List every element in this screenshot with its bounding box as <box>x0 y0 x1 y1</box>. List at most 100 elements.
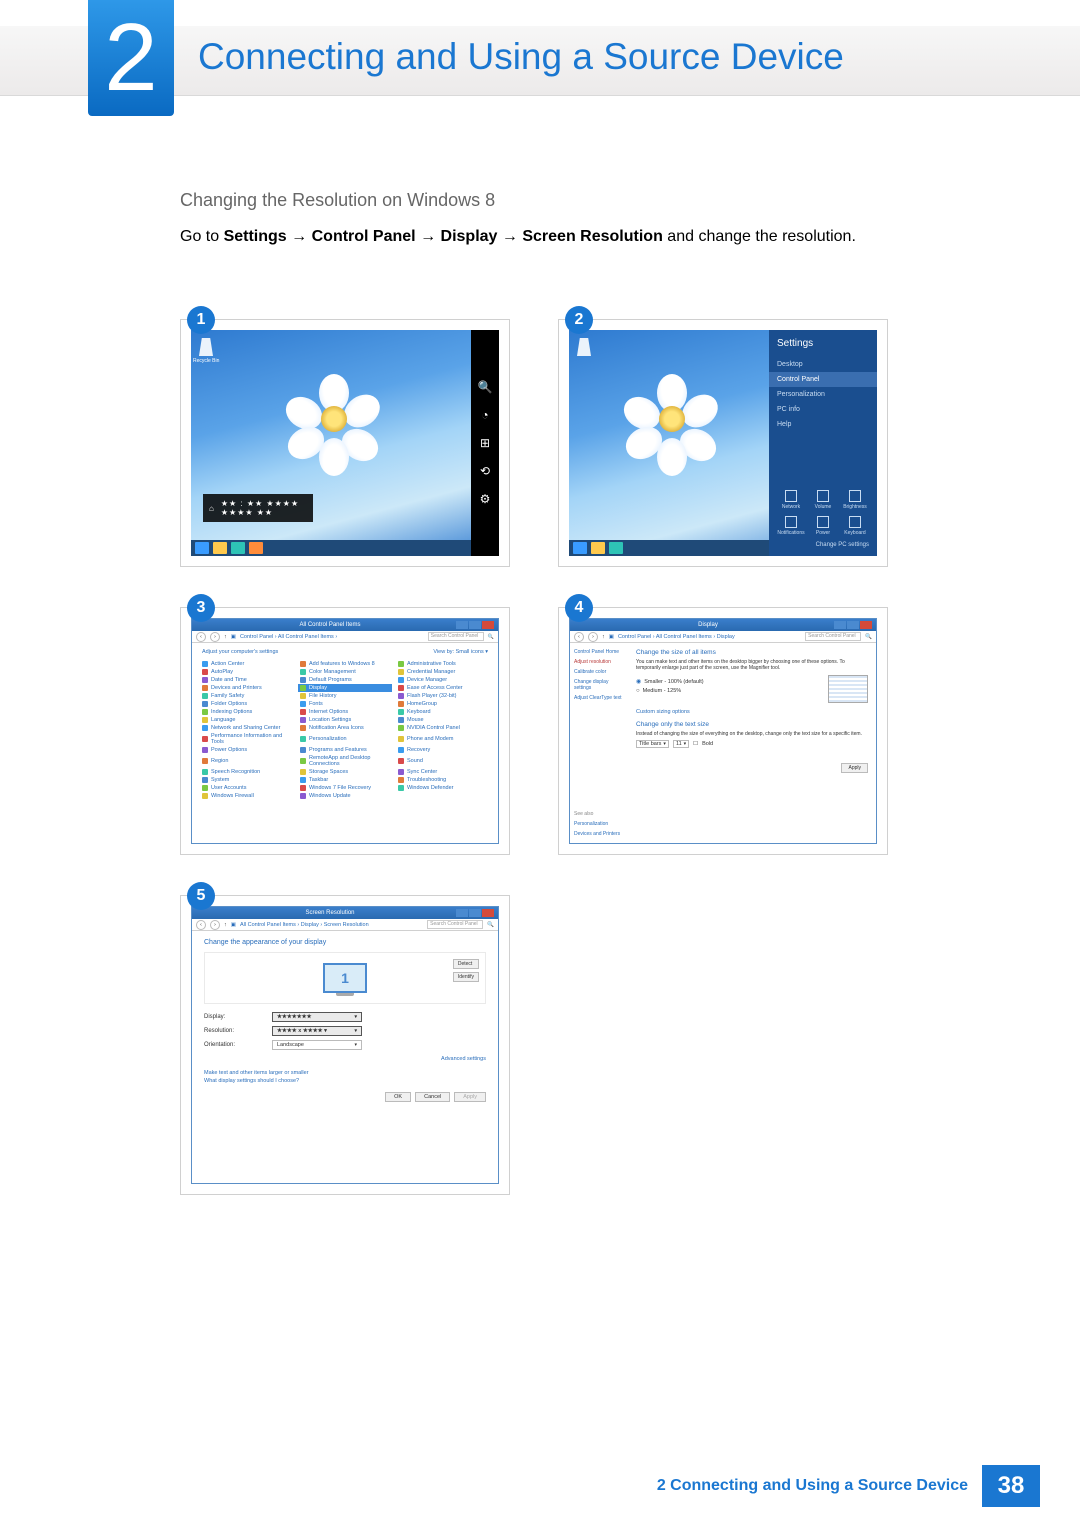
back-icon: ‹ <box>196 920 206 930</box>
cp-item-label: Family Safety <box>211 693 244 699</box>
footer-page-number: 38 <box>982 1465 1040 1507</box>
maximize-button <box>469 621 481 629</box>
taskbar-ie-icon <box>573 542 587 554</box>
maximize-button <box>469 909 481 917</box>
control-panel-item: Folder Options <box>202 701 292 707</box>
cp-item-label: AutoPlay <box>211 669 233 675</box>
adjust-label: Adjust your computer's settings <box>202 649 278 655</box>
apply-button: Apply <box>841 763 868 773</box>
change-size-heading: Change the size of all items <box>636 649 868 656</box>
volume-icon <box>817 490 829 502</box>
control-panel-item: RemoteApp and Desktop Connections <box>300 755 390 767</box>
control-panel-item: User Accounts <box>202 785 292 791</box>
breadcrumb: All Control Panel Items › Display › Scre… <box>240 922 369 928</box>
close-button <box>482 909 494 917</box>
control-panel-item: Storage Spaces <box>300 769 390 775</box>
clock-icon: ⌂ <box>209 504 215 513</box>
window-titlebar: Screen Resolution <box>192 907 498 919</box>
resolution-select: ★★★★ x ★★★★ ▾ <box>272 1026 362 1036</box>
body-tail: and change the resolution. <box>667 228 856 245</box>
change-display-settings-link: Change display settings <box>574 679 624 691</box>
control-panel-item: Personalization <box>300 733 390 745</box>
radio-smaller: Smaller - 100% (default) <box>636 678 820 685</box>
control-panel-item-display: Display <box>298 684 392 692</box>
cp-item-label: Display <box>309 685 327 691</box>
breadcrumb: Control Panel › All Control Panel Items … <box>618 634 735 640</box>
cp-item-label: Notification Area Icons <box>309 725 364 731</box>
network-icon <box>785 490 797 502</box>
control-panel-item: Speech Recognition <box>202 769 292 775</box>
control-panel-item: Internet Options <box>300 709 390 715</box>
advanced-settings-link: Advanced settings <box>204 1056 486 1062</box>
cp-item-label: Device Manager <box>407 677 447 683</box>
forward-icon: › <box>588 632 598 642</box>
bold-checkbox: ☐ <box>693 741 698 747</box>
cp-item-label: RemoteApp and Desktop Connections <box>309 755 390 767</box>
cp-item-icon <box>300 793 306 799</box>
calibrate-color-link: Calibrate color <box>574 669 624 675</box>
make-text-larger-link: Make text and other items larger or smal… <box>204 1070 486 1076</box>
cp-item-label: Flash Player (32-bit) <box>407 693 457 699</box>
figure-badge: 5 <box>187 882 215 910</box>
clock-text: ★★ : ★★ ★★★★ ★★★★ ★★ <box>221 499 307 517</box>
cp-item-icon <box>300 685 306 691</box>
cp-item-icon <box>398 701 404 707</box>
cp-item-label: Administrative Tools <box>407 661 456 667</box>
cp-item-label: Region <box>211 758 228 764</box>
window-title: Screen Resolution <box>204 910 456 916</box>
settings-item-control-panel: Control Panel <box>769 372 877 387</box>
control-panel-item: AutoPlay <box>202 669 292 675</box>
cp-item-label: Performance Information and Tools <box>211 733 292 745</box>
cp-item-icon <box>202 747 208 753</box>
ok-button: OK <box>385 1092 411 1102</box>
cp-item-icon <box>300 717 306 723</box>
cp-item-label: Location Settings <box>309 717 351 723</box>
cp-item-icon <box>300 661 306 667</box>
page-footer: 2 Connecting and Using a Source Device 3… <box>0 1465 1080 1507</box>
cp-item-icon <box>300 669 306 675</box>
control-panel-item: Windows Update <box>300 793 390 799</box>
preview-monitor-icon <box>828 675 868 703</box>
control-panel-item: Power Options <box>202 747 292 753</box>
control-panel-items-grid: Action CenterAdd features to Windows 8Ad… <box>192 657 498 843</box>
search-input: Search Control Panel <box>805 632 861 641</box>
cp-item-label: Language <box>211 717 235 723</box>
control-panel-item: Devices and Printers <box>202 685 292 691</box>
settings-panel-title: Settings <box>777 338 869 349</box>
cp-item-label: Windows 7 File Recovery <box>309 785 371 791</box>
control-panel-item: NVIDIA Control Panel <box>398 725 488 731</box>
cp-item-label: Add features to Windows 8 <box>309 661 375 667</box>
size-select: 11 <box>673 740 689 748</box>
adjust-resolution-link: Adjust resolution <box>574 659 624 665</box>
figure-badge: 4 <box>565 594 593 622</box>
control-panel-item: Network and Sharing Center <box>202 725 292 731</box>
control-panel-item: System <box>202 777 292 783</box>
cp-item-icon <box>300 736 306 742</box>
cp-item-icon <box>300 709 306 715</box>
windows8-desktop: Settings Desktop Control Panel Personali… <box>569 330 877 556</box>
cp-item-label: Mouse <box>407 717 424 723</box>
cp-item-label: Windows Firewall <box>211 793 254 799</box>
control-panel-item: Notification Area Icons <box>300 725 390 731</box>
control-panel-item: Mouse <box>398 717 488 723</box>
control-panel-item: Programs and Features <box>300 747 390 753</box>
identify-button: Identify <box>453 972 479 982</box>
minimize-button <box>834 621 846 629</box>
change-text-desc: Instead of changing the size of everythi… <box>636 731 868 737</box>
control-panel-home-link: Control Panel Home <box>574 649 624 655</box>
control-panel-item: Phone and Modem <box>398 733 488 745</box>
section-heading: Changing the Resolution on Windows 8 <box>180 190 970 211</box>
screen-resolution-window: Screen Resolution ‹ › ↑ <box>191 906 499 1184</box>
search-icon: 🔍 <box>487 922 494 928</box>
control-panel-item: Sync Center <box>398 769 488 775</box>
titlebars-select: Title bars <box>636 740 669 748</box>
back-icon: ‹ <box>574 632 584 642</box>
cp-item-label: Personalization <box>309 736 347 742</box>
taskbar-explorer-icon <box>591 542 605 554</box>
cp-item-icon <box>202 685 208 691</box>
search-input: Search Control Panel <box>427 920 483 929</box>
search-icon: 🔍 <box>478 380 492 394</box>
cp-item-label: Credential Manager <box>407 669 455 675</box>
cp-item-icon <box>202 717 208 723</box>
cp-item-label: Network and Sharing Center <box>211 725 280 731</box>
